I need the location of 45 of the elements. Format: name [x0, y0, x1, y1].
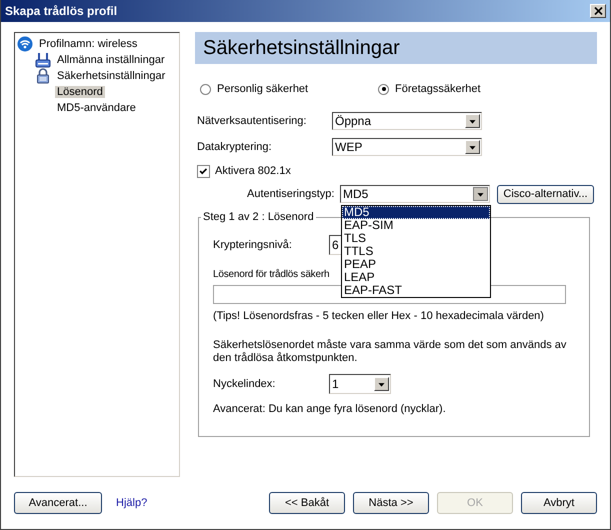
radio-label[interactable]: Företagssäkerhet — [395, 83, 481, 95]
checkbox[interactable] — [197, 164, 210, 178]
tree-item[interactable]: Allmänna inställningar — [55, 54, 167, 66]
dropdown-option[interactable]: MD5 — [342, 206, 490, 219]
dropdown-option[interactable]: TLS — [342, 232, 490, 245]
field-label: Nyckelindex: — [213, 378, 276, 390]
field-label: Autentiseringstyp: — [246, 188, 336, 200]
section-heading: Säkerhetsinställningar — [195, 32, 597, 64]
encryption-dropdown[interactable]: WEP — [332, 138, 482, 156]
cisco-options-button[interactable]: Cisco-alternativ... — [497, 184, 594, 204]
authentication-dropdown[interactable]: Öppna — [332, 112, 482, 130]
radio-button[interactable] — [378, 84, 389, 94]
tip-text: (Tips! Lösenordsfras - 5 tecken eller Hex - 10 hexadecimala värden) — [213, 310, 545, 322]
advanced-button[interactable]: Avancerat... — [14, 492, 102, 514]
close-button[interactable] — [590, 4, 606, 18]
dropdown-option[interactable]: LEAP — [342, 271, 490, 284]
dropdown-option[interactable]: EAP-FAST — [342, 284, 490, 297]
dropdown-option[interactable]: PEAP — [342, 258, 490, 271]
dialog-button[interactable]: Avbryt — [521, 492, 597, 514]
checkbox-label[interactable]: Aktivera 802.1x — [215, 165, 291, 177]
field-label: Datakryptering: — [196, 141, 273, 153]
dialog-button[interactable]: Nästa >> — [353, 492, 429, 514]
dropdown-option[interactable]: TTLS — [342, 245, 490, 258]
key-index-dropdown[interactable]: 1 — [329, 374, 391, 394]
tree-item[interactable]: MD5-användare — [55, 102, 138, 114]
router-icon — [35, 52, 51, 68]
note-text: Säkerhetslösenordet måste vara samma värde som det som används av den trådlösa åtkomstpunkten. — [213, 339, 568, 365]
radio-button[interactable] — [200, 84, 211, 94]
field-label: Krypteringsnivå: — [213, 239, 293, 251]
help-link[interactable]: Hjälp? — [116, 497, 148, 509]
tree-item[interactable]: Profilnamn: wireless — [37, 38, 140, 50]
radio-label[interactable]: Personlig säkerhet — [217, 83, 308, 95]
lock-icon — [35, 68, 51, 84]
close-icon — [594, 7, 602, 15]
tree-item[interactable]: Lösenord — [55, 86, 105, 98]
authentication-type-dropdown[interactable]: MD5 — [340, 185, 490, 203]
dropdown-option[interactable]: EAP-SIM — [342, 219, 490, 232]
window-title: Skapa trådlös profil — [5, 4, 118, 18]
group-title: Steg 1 av 2 : Lösenord — [202, 211, 315, 223]
tree-item[interactable]: Säkerhetsinställningar — [55, 70, 168, 82]
advanced-note: Avancerat: Du kan ange fyra lösenord (nycklar). — [213, 403, 447, 415]
wireless-icon — [17, 36, 33, 52]
field-label: Lösenord för trådlös säkerh — [213, 269, 330, 280]
field-label: Nätverksautentisering: — [196, 115, 308, 127]
dialog-button[interactable]: << Bakåt — [269, 492, 345, 514]
